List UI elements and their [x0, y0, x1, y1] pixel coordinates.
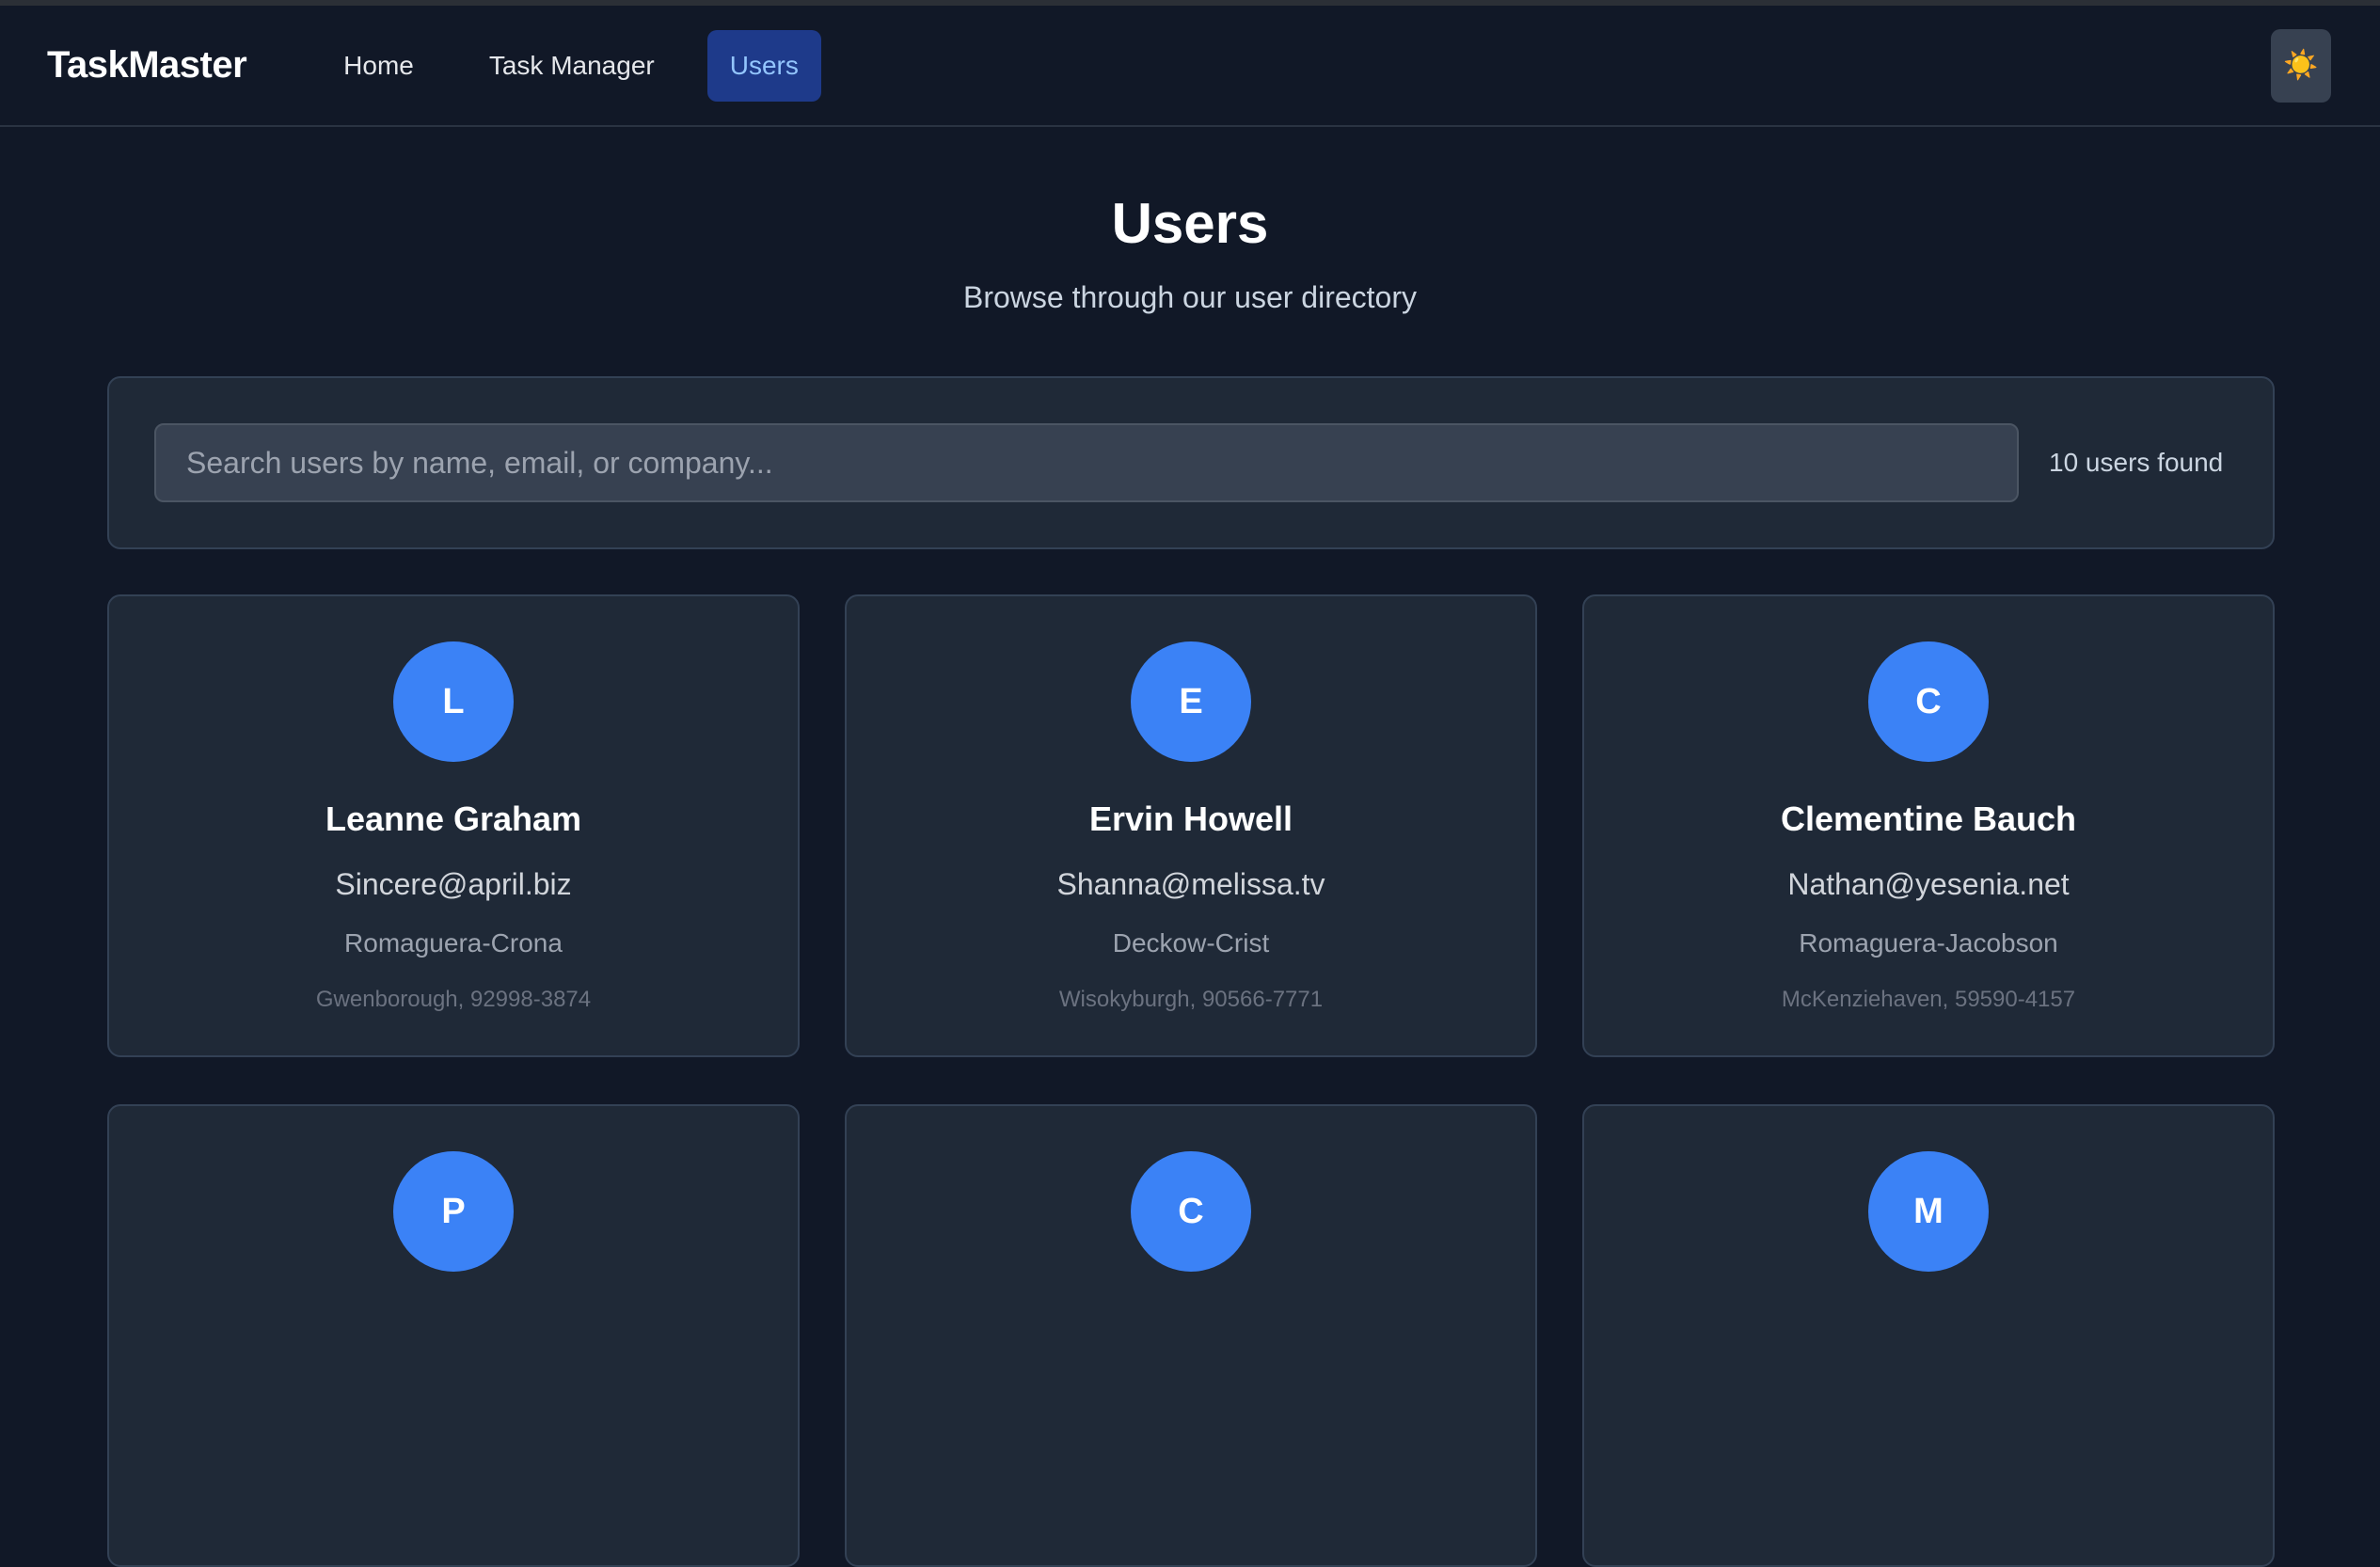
search-input[interactable] [154, 423, 2019, 502]
user-card[interactable]: P [107, 1104, 800, 1567]
user-location: Gwenborough, 92998-3874 [315, 987, 592, 1012]
result-count: 10 users found [2049, 448, 2224, 477]
user-name: Leanne Graham [325, 799, 582, 838]
page-subtitle: Browse through our user directory [963, 280, 1417, 314]
brand-logo[interactable]: TaskMaster [47, 44, 247, 87]
nav-link-home[interactable]: Home [321, 32, 436, 100]
user-card[interactable]: C Clementine Bauch Nathan@yesenia.net Ro… [1582, 594, 2275, 1057]
avatar: E [1131, 641, 1251, 762]
user-card-grid: L Leanne Graham Sincere@april.biz Romagu… [107, 594, 2275, 1567]
avatar: M [1868, 1151, 1989, 1272]
user-name: Ervin Howell [1088, 799, 1293, 838]
avatar: L [393, 641, 514, 762]
avatar: C [1131, 1151, 1251, 1272]
user-location: McKenziehaven, 59590-4157 [1781, 987, 2076, 1012]
search-panel: 10 users found [107, 376, 2275, 549]
avatar: P [393, 1151, 514, 1272]
user-email: Shanna@melissa.tv [1056, 867, 1325, 901]
user-email: Nathan@yesenia.net [1787, 867, 2070, 901]
user-card[interactable]: C [845, 1104, 1537, 1567]
avatar: C [1868, 641, 1989, 762]
nav-links: Home Task Manager Users [321, 29, 821, 102]
user-email: Sincere@april.biz [335, 867, 572, 901]
page-title: Users [1111, 192, 1269, 255]
user-card[interactable]: M [1582, 1104, 2275, 1567]
nav-link-task-manager[interactable]: Task Manager [467, 32, 677, 100]
sun-icon: ☀️ [2283, 50, 2319, 81]
user-location: Wisokyburgh, 90566-7771 [1058, 987, 1324, 1012]
user-card[interactable]: E Ervin Howell Shanna@melissa.tv Deckow-… [845, 594, 1537, 1057]
user-card[interactable]: L Leanne Graham Sincere@april.biz Romagu… [107, 594, 800, 1057]
theme-toggle-button[interactable]: ☀️ [2271, 28, 2331, 103]
user-company: Romaguera-Jacobson [1799, 928, 2058, 958]
user-company: Deckow-Crist [1112, 928, 1270, 958]
page-header: Users Browse through our user directory [0, 127, 2380, 315]
nav-link-users[interactable]: Users [706, 29, 821, 102]
user-company: Romaguera-Crona [344, 928, 563, 958]
user-name: Clementine Bauch [1780, 799, 2077, 838]
navbar: TaskMaster Home Task Manager Users ☀️ [0, 6, 2380, 127]
